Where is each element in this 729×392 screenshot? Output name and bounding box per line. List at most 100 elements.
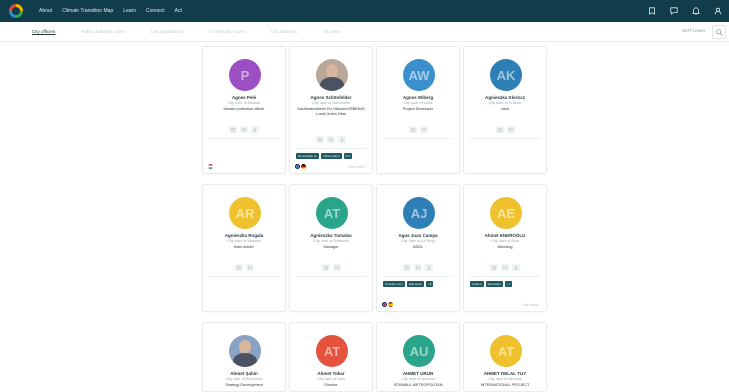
topic-tag[interactable]: Culture [470,281,484,287]
user-name[interactable]: AHMET DELAL TUY [466,371,544,376]
user-card[interactable]: Ahmet Şahin City user of Bandırma Strategy… [202,322,286,392]
nav-item-learn[interactable]: Learn [123,8,136,14]
topic-tag[interactable]: ICT [343,153,353,159]
user-name[interactable]: AHMET URUN [379,371,457,376]
user-name[interactable]: Agnieszka Tomalas [292,233,370,238]
chat-icon-button[interactable] [414,264,422,271]
see-more-link[interactable]: See more › [348,165,366,169]
chat-icon-button[interactable] [501,264,509,271]
mail-icon-button[interactable] [490,264,498,271]
logo-icon[interactable] [9,4,23,18]
user-card[interactable]: AW Agnes Wiberg City user of Lund Project D… [376,46,460,174]
user-city: City user of La Rioja [400,239,436,243]
topic-tag[interactable]: Renewable en [296,153,320,159]
phone-icon-button[interactable] [512,264,520,271]
user-name[interactable]: Agnes Pelé [205,95,283,100]
see-more-link[interactable]: See more › [522,303,540,307]
user-card[interactable]: AT Agnieszka Tomalas City user of Rzeszów M… [289,184,373,312]
chat-icon-button[interactable] [419,126,428,133]
topic-tag[interactable]: Education [485,281,504,287]
mail-icon-button[interactable] [495,126,504,133]
phone-icon-button[interactable] [338,136,346,143]
chat-icon-button[interactable] [245,264,254,271]
contact-actions [290,264,372,271]
user-name[interactable]: Agnieszka Kleszcz [466,95,544,100]
topic-tag[interactable]: +7 [505,281,513,287]
user-name[interactable]: Ahmet ENEROĞLU [466,233,544,238]
user-role: Director [324,383,338,387]
user-role: clerk [500,107,510,111]
contact-actions [377,264,459,271]
chat-icon [334,265,339,270]
mail-icon [410,128,415,131]
mail-icon-button[interactable] [403,264,411,271]
phone-icon [254,127,256,132]
topic-tag[interactable]: Urban plann [321,153,342,159]
tab-city-practitioners[interactable]: City practitioners [150,29,184,34]
chat-icon[interactable] [667,4,681,18]
search-icon [715,28,723,36]
user-role: ADDL [412,245,424,249]
language-flags [207,163,214,170]
bookmark-icon[interactable] [645,4,659,18]
user-name[interactable]: Agnieszka Rogala [205,233,283,238]
chat-icon-button[interactable] [240,126,248,133]
bell-icon[interactable] [689,4,703,18]
contact-actions [377,126,459,133]
user-icon[interactable] [711,4,725,18]
user-name[interactable]: Agus Juan Campa [379,233,457,238]
user-card[interactable]: P Agnes Pelé City user of Miskolc climate p… [202,46,286,174]
user-city: City user of Bandırma [225,377,263,381]
mail-icon-button[interactable] [316,136,324,143]
phone-icon-button[interactable] [251,126,259,133]
tab-all-users[interactable]: All users [323,29,340,34]
user-card[interactable]: AU AHMET URUN City user of Istanbul İSTANBU… [376,322,460,392]
user-name[interactable]: Agnes Wiberg [379,95,457,100]
nav-item-about[interactable]: About [39,8,52,14]
nav-item-climate-transition-map[interactable]: Climate Transition Map [62,8,113,14]
mail-icon-button[interactable] [229,126,237,133]
mail-icon-button[interactable] [408,126,417,133]
user-card[interactable]: AJ Agus Juan Campa City user of La Rioja AD… [376,184,460,312]
mail-icon-button[interactable] [321,264,330,271]
user-city: City user of İzmir [316,377,346,381]
mail-icon [323,266,328,269]
user-card[interactable]: AT Ahmet Tokar City user of İzmir Director [289,322,373,392]
user-name[interactable]: Ahmet Şahin [205,371,283,376]
user-role: climate protection officer [223,107,265,111]
topic-tag[interactable]: Circular econ [383,281,405,287]
card-divider [296,276,366,277]
user-city: City user of Lund [403,101,433,105]
user-card[interactable]: AT AHMET DELAL TUY City user of Istanbul IN… [463,322,547,392]
user-card[interactable]: AR Agnieszka Rogala City user of Warsaw tea… [202,184,286,312]
tab-public-authority-users[interactable]: Public authority users [81,29,124,34]
nav-item-act[interactable]: Act [175,8,182,14]
tab-community-users[interactable]: Community users [210,29,245,34]
topic-tag[interactable]: Education [406,281,425,287]
card-divider [209,276,279,277]
user-card[interactable]: AE Ahmet ENEROĞLU City user of Bolu Arkeolo… [463,184,547,312]
chat-icon-button[interactable] [327,136,335,143]
flag-es-icon [387,301,394,308]
chat-icon-button[interactable] [332,264,341,271]
tab-city-advisors[interactable]: City advisors [271,29,297,34]
chat-icon [503,265,507,270]
user-name[interactable]: Agnes Schönfelder [292,95,370,100]
user-card[interactable]: AK Agnieszka Kleszcz City user of Krakow cl… [463,46,547,174]
phone-icon [515,265,517,270]
contact-actions [203,126,285,133]
chat-icon-button[interactable] [506,126,515,133]
mail-icon-button[interactable] [234,264,243,271]
users-count: 2577 Users [681,28,705,33]
user-card[interactable]: Agnes Schönfelder City user of Mannheim Sa… [289,46,373,174]
nav-item-connect[interactable]: Connect [146,8,165,14]
contact-actions [464,126,546,133]
user-name[interactable]: Ahmet Tokar [292,371,370,376]
phone-icon [428,265,430,270]
topic-tag[interactable]: +8 [426,281,434,287]
tab-city-officers[interactable]: City officers [32,29,55,34]
mail-icon [236,266,241,269]
user-city: City user of Krakow [488,101,522,105]
phone-icon-button[interactable] [425,264,433,271]
search-button[interactable] [712,25,726,39]
